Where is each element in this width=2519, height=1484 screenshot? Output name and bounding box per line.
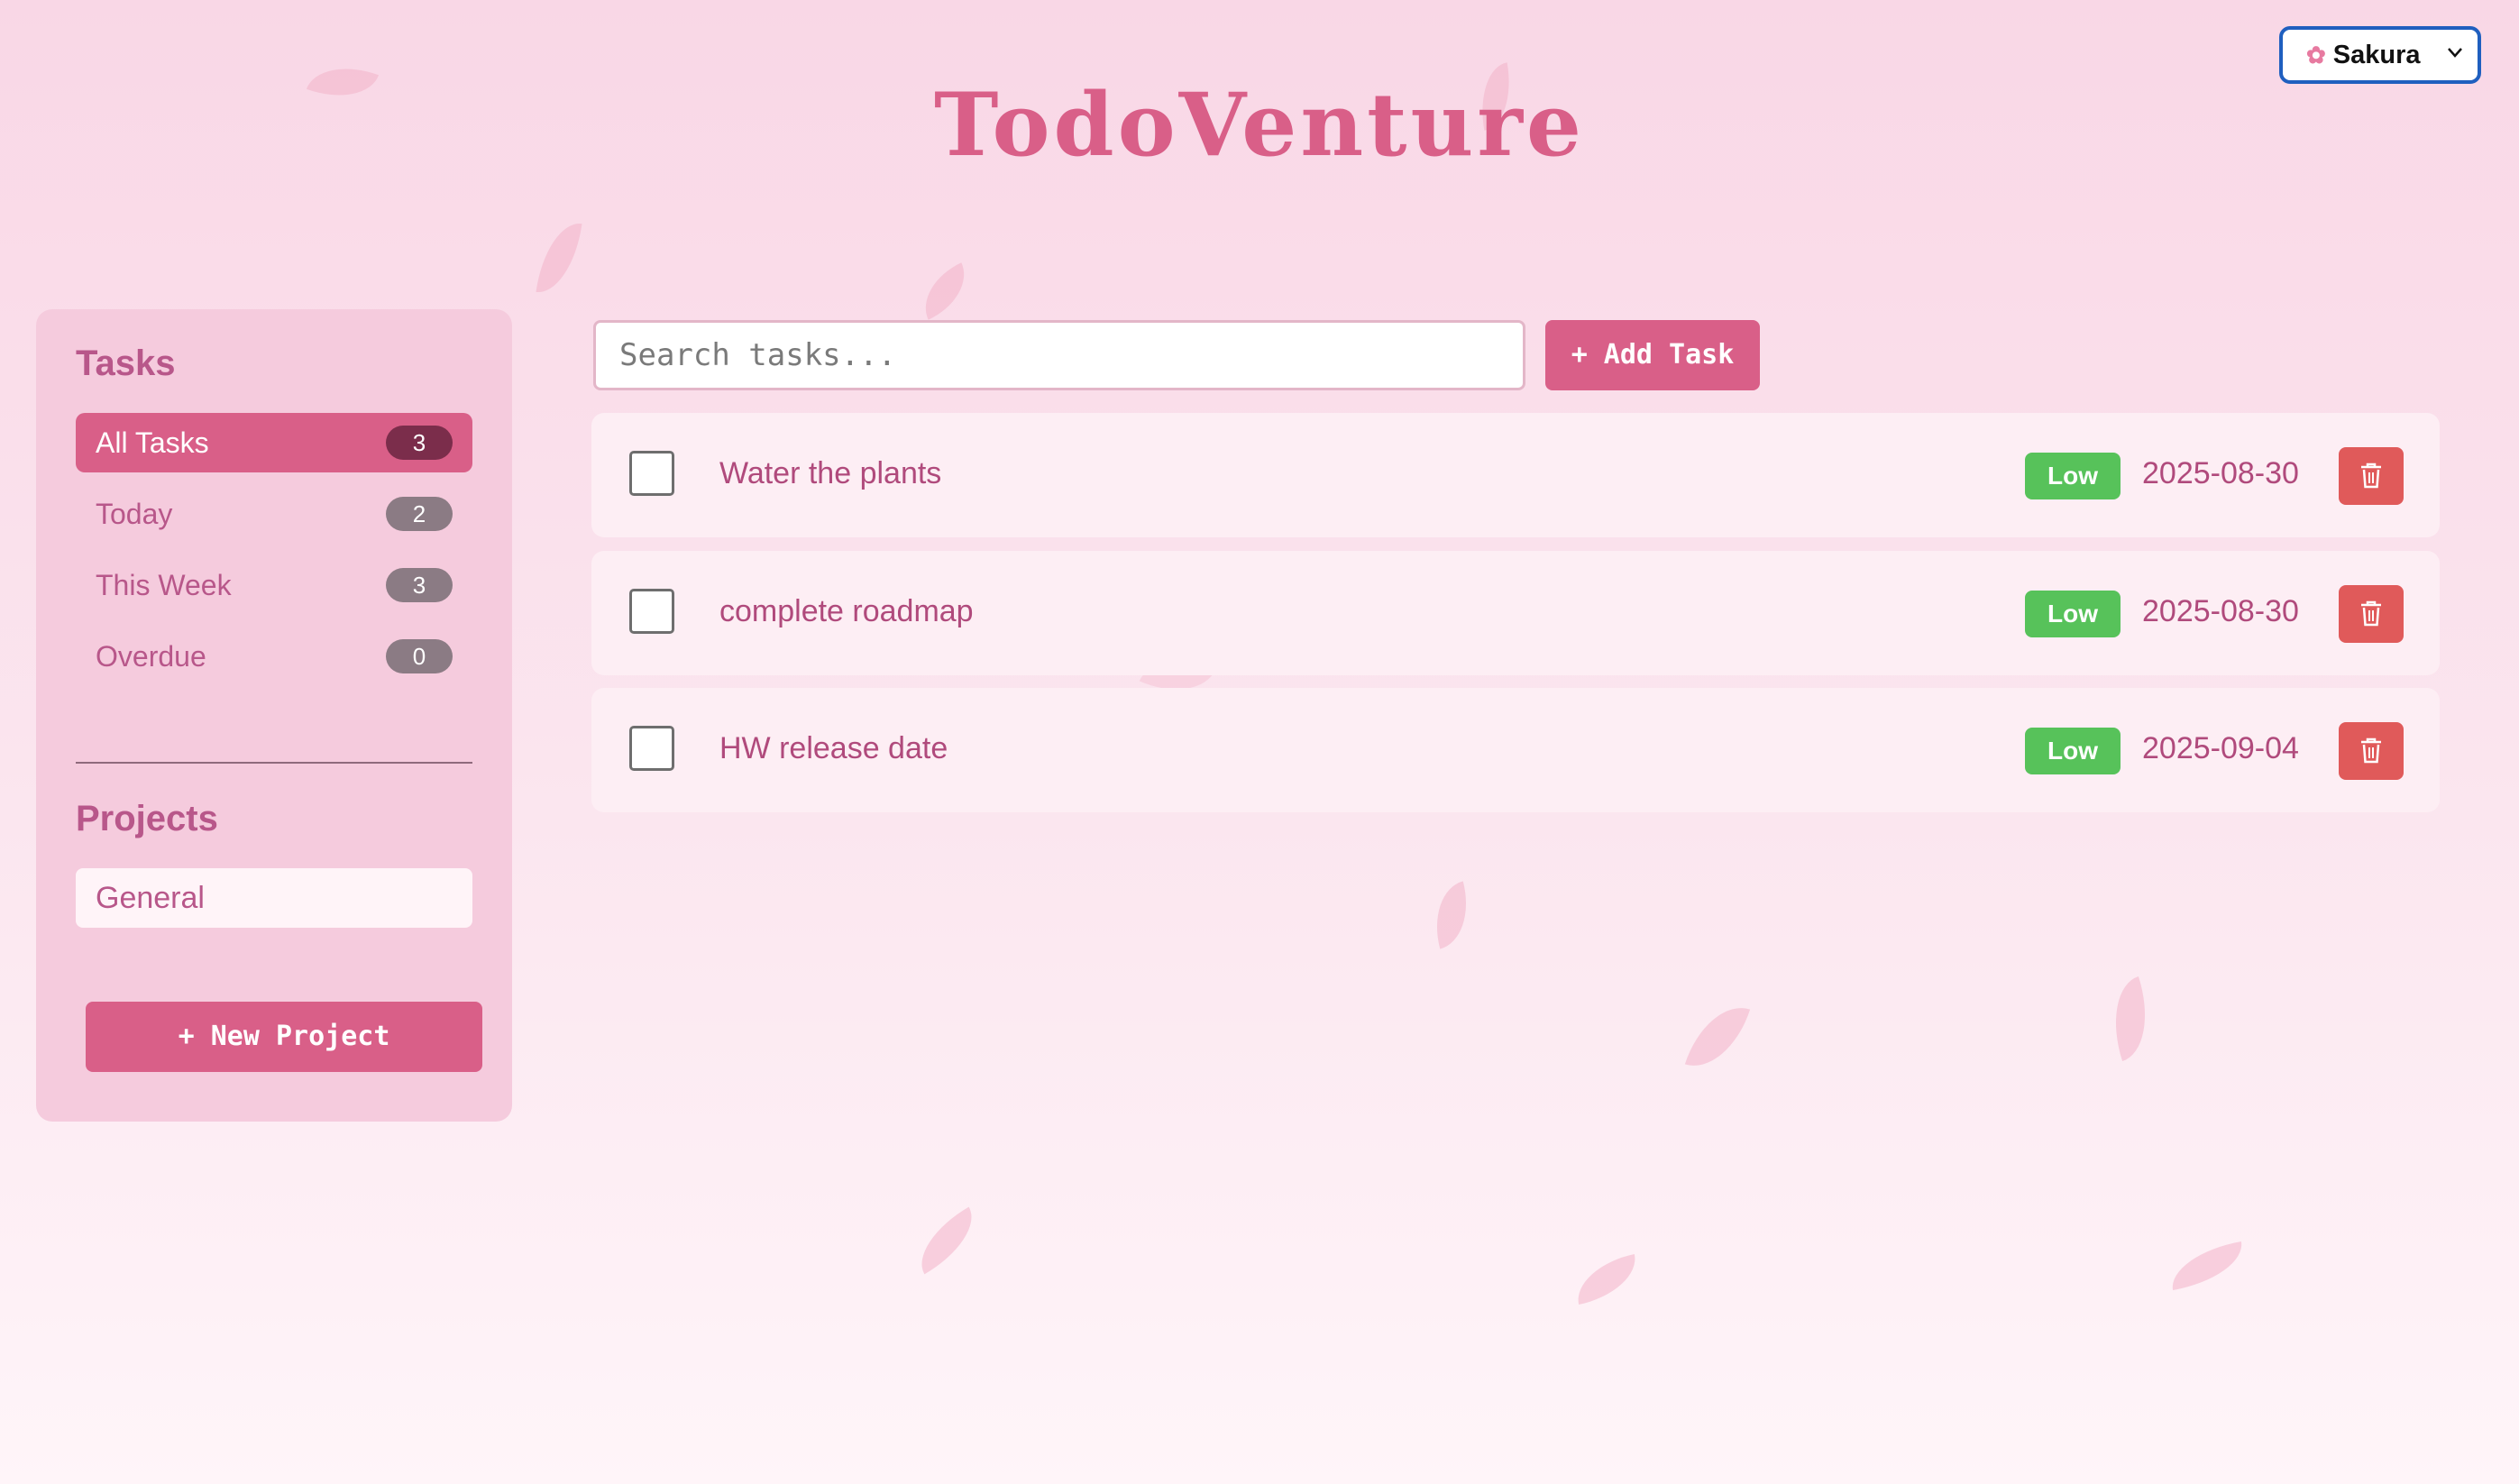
count-badge: 3 bbox=[386, 568, 453, 602]
trash-icon bbox=[2361, 737, 2381, 764]
sidebar: Tasks All Tasks 3 Today 2 This Week 3 Ov… bbox=[36, 309, 512, 1122]
sidebar-item-this-week[interactable]: This Week 3 bbox=[76, 555, 472, 615]
sidebar-item-label: This Week bbox=[96, 568, 232, 601]
projects-heading: Projects bbox=[76, 799, 218, 838]
task-title: HW release date bbox=[719, 731, 948, 765]
task-row: complete roadmap Low 2025-08-30 bbox=[591, 551, 2440, 675]
delete-task-button[interactable] bbox=[2339, 722, 2404, 780]
petal-decoration bbox=[1684, 995, 1751, 1078]
delete-task-button[interactable] bbox=[2339, 447, 2404, 505]
priority-badge: Low bbox=[2025, 591, 2121, 637]
new-project-button[interactable]: + New Project bbox=[86, 1002, 482, 1072]
petal-decoration bbox=[911, 262, 978, 320]
sidebar-item-label: Today bbox=[96, 497, 173, 530]
delete-task-button[interactable] bbox=[2339, 585, 2404, 643]
task-row: Water the plants Low 2025-08-30 bbox=[591, 413, 2440, 537]
task-due-date: 2025-08-30 bbox=[2142, 594, 2299, 628]
petal-decoration bbox=[1571, 1253, 1643, 1305]
priority-badge: Low bbox=[2025, 453, 2121, 499]
project-item-general[interactable]: General bbox=[76, 868, 472, 928]
task-title: complete roadmap bbox=[719, 594, 974, 628]
chevron-down-icon bbox=[2445, 42, 2465, 68]
trash-icon bbox=[2361, 463, 2381, 489]
task-row: HW release date Low 2025-09-04 bbox=[591, 688, 2440, 812]
search-input[interactable] bbox=[593, 320, 1525, 390]
app-title: TodoVenture bbox=[934, 74, 1585, 176]
cherry-blossom-icon: ✿ bbox=[2306, 41, 2326, 69]
task-checkbox[interactable] bbox=[629, 589, 674, 634]
task-due-date: 2025-09-04 bbox=[2142, 731, 2299, 765]
petal-decoration bbox=[536, 218, 582, 298]
sidebar-item-today[interactable]: Today 2 bbox=[76, 484, 472, 544]
count-badge: 2 bbox=[386, 497, 453, 531]
petal-decoration bbox=[2099, 976, 2162, 1062]
sidebar-item-label: Overdue bbox=[96, 639, 206, 673]
petal-decoration bbox=[1424, 881, 1479, 949]
theme-select-value: Sakura bbox=[2332, 40, 2421, 69]
task-due-date: 2025-08-30 bbox=[2142, 456, 2299, 490]
petal-decoration bbox=[906, 1206, 987, 1275]
sidebar-item-all-tasks[interactable]: All Tasks 3 bbox=[76, 413, 472, 472]
task-checkbox[interactable] bbox=[629, 726, 674, 771]
count-badge: 3 bbox=[386, 426, 453, 460]
priority-badge: Low bbox=[2025, 728, 2121, 774]
petal-decoration bbox=[2166, 1241, 2248, 1290]
sidebar-item-overdue[interactable]: Overdue 0 bbox=[76, 627, 472, 686]
trash-icon bbox=[2361, 600, 2381, 627]
count-badge: 0 bbox=[386, 639, 453, 673]
tasks-heading: Tasks bbox=[76, 344, 176, 383]
sidebar-divider bbox=[76, 762, 472, 764]
add-task-button[interactable]: + Add Task bbox=[1545, 320, 1760, 390]
sidebar-item-label: All Tasks bbox=[96, 426, 209, 459]
task-checkbox[interactable] bbox=[629, 451, 674, 496]
task-title: Water the plants bbox=[719, 456, 942, 490]
